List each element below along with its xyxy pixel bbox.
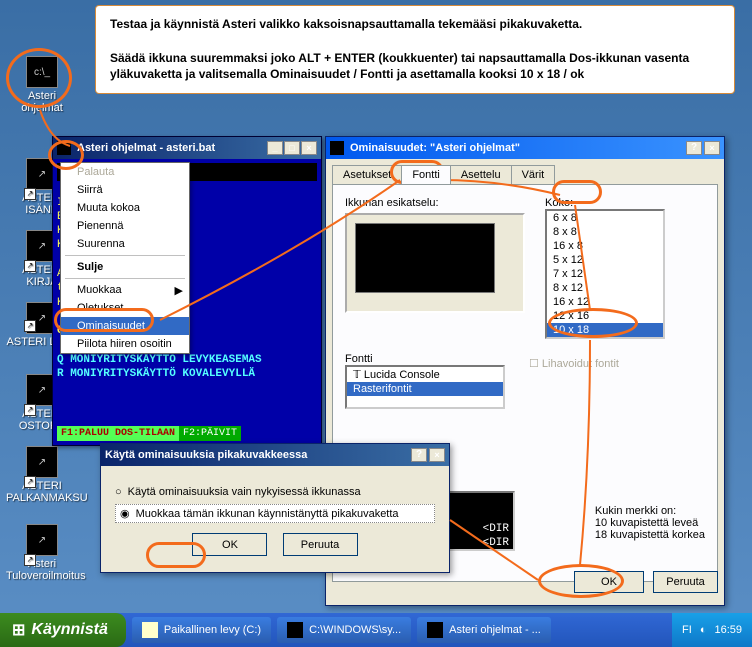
desktop-shortcut-tulovero[interactable]: ↗Asteri Tuloveroilmoitus	[6, 524, 78, 582]
char-size-info: Kukin merkki on: 10 kuvapistettä leveä 1…	[595, 505, 705, 541]
size-option[interactable]: 5 x 12	[547, 253, 663, 267]
size-option[interactable]: 12 x 16	[547, 309, 663, 323]
size-option[interactable]: 7 x 12	[547, 267, 663, 281]
menu-minimize[interactable]: Pienennä	[61, 217, 189, 235]
font-option-selected[interactable]: Rasterifontit	[347, 382, 503, 396]
console-icon	[287, 622, 303, 638]
help-button[interactable]: ?	[686, 141, 702, 155]
tab-font[interactable]: Fontti	[401, 165, 451, 184]
help-button[interactable]: ?	[411, 448, 427, 462]
taskbar-item-asteri[interactable]: Asteri ohjelmat - ...	[417, 617, 551, 643]
menu-edit[interactable]: Muokkaa▶	[61, 281, 189, 299]
truetype-icon: 𝕋	[353, 369, 361, 381]
size-option[interactable]: 6 x 8	[547, 211, 663, 225]
instruction-callout: Testaa ja käynnistä Asteri valikko kakso…	[95, 5, 735, 94]
language-indicator[interactable]: FI	[682, 624, 692, 636]
start-button[interactable]: Käynnistä	[0, 613, 126, 647]
menu-hide-pointer[interactable]: Piilota hiiren osoitin	[61, 335, 189, 353]
console-sysmenu-icon[interactable]	[57, 141, 71, 155]
tab-colors[interactable]: Värit	[511, 165, 556, 184]
modal-titlebar[interactable]: Käytä ominaisuuksia pikakuvakkeessa ? ×	[101, 444, 449, 466]
size-option[interactable]: 16 x 8	[547, 239, 663, 253]
tab-layout[interactable]: Asettelu	[450, 165, 512, 184]
minimize-button[interactable]: _	[267, 141, 283, 155]
properties-tabs: Asetukset Fontti Asettelu Värit	[332, 165, 718, 184]
taskbar: Käynnistä Paikallinen levy (C:) C:\WINDO…	[0, 613, 752, 647]
menu-maximize[interactable]: Suurenna	[61, 235, 189, 253]
folder-icon	[142, 622, 158, 638]
clock[interactable]: 16:59	[714, 624, 742, 636]
console-icon	[427, 622, 443, 638]
system-tray[interactable]: FI ◐ 16:59	[672, 613, 752, 647]
menu-move[interactable]: Siirrä	[61, 181, 189, 199]
properties-ok-button[interactable]: OK	[574, 571, 644, 593]
size-option[interactable]: 16 x 12	[547, 295, 663, 309]
icon-label: Asteri ohjelmat	[6, 90, 78, 114]
close-button[interactable]: ×	[429, 448, 445, 462]
bold-fonts-checkbox: ☐ Lihavoidut fontit	[529, 357, 619, 409]
chevron-right-icon: ▶	[175, 284, 183, 297]
size-option-selected[interactable]: 10 x 18	[547, 323, 663, 337]
font-listbox[interactable]: 𝕋 Lucida Console Rasterifontit	[345, 365, 505, 409]
font-option[interactable]: 𝕋 Lucida Console	[347, 367, 503, 382]
properties-titlebar[interactable]: Ominaisuudet: "Asteri ohjelmat" ? ×	[326, 137, 724, 159]
modal-cancel-button[interactable]: Peruuta	[283, 533, 358, 556]
desktop-shortcut-asteri-ohjelmat[interactable]: c:\_ Asteri ohjelmat	[6, 56, 78, 114]
close-button[interactable]: ×	[704, 141, 720, 155]
maximize-button[interactable]: □	[284, 141, 300, 155]
radio-icon: ○	[115, 486, 122, 498]
taskbar-item-explorer[interactable]: Paikallinen levy (C:)	[132, 617, 271, 643]
menu-properties[interactable]: Ominaisuudet	[61, 317, 189, 335]
console-titlebar[interactable]: Asteri ohjelmat - asteri.bat _ □ ×	[53, 137, 321, 159]
desktop-shortcut-palkanmaksu[interactable]: ↗ASTERI PALKANMAKSU	[6, 446, 78, 504]
size-option[interactable]: 8 x 12	[547, 281, 663, 295]
menu-close[interactable]: Sulje	[61, 258, 189, 276]
radio-icon: ◉	[120, 507, 130, 520]
menu-restore: Palauta	[61, 163, 189, 181]
size-option[interactable]: 8 x 8	[547, 225, 663, 239]
size-listbox[interactable]: 6 x 8 8 x 8 16 x 8 5 x 12 7 x 12 8 x 12 …	[545, 209, 665, 339]
menu-defaults[interactable]: Oletukset	[61, 299, 189, 317]
apply-properties-dialog[interactable]: Käytä ominaisuuksia pikakuvakkeessa ? × …	[100, 443, 450, 573]
modal-ok-button[interactable]: OK	[192, 533, 267, 556]
properties-cancel-button[interactable]: Peruuta	[653, 571, 718, 593]
tray-icon[interactable]: ◐	[700, 624, 707, 636]
tab-options[interactable]: Asetukset	[332, 165, 402, 184]
close-button[interactable]: ×	[301, 141, 317, 155]
window-preview	[345, 213, 525, 313]
sysmenu-context-menu[interactable]: Palauta Siirrä Muuta kokoa Pienennä Suur…	[60, 162, 190, 354]
taskbar-item-cmd[interactable]: C:\WINDOWS\sy...	[277, 617, 411, 643]
menu-size[interactable]: Muuta kokoa	[61, 199, 189, 217]
dialog-icon	[330, 141, 344, 155]
radio-modify-shortcut[interactable]: ◉ Muokkaa tämän ikkunan käynnistänyttä p…	[115, 504, 435, 523]
radio-current-window[interactable]: ○ Käytä ominaisuuksia vain nykyisessä ik…	[115, 486, 435, 498]
